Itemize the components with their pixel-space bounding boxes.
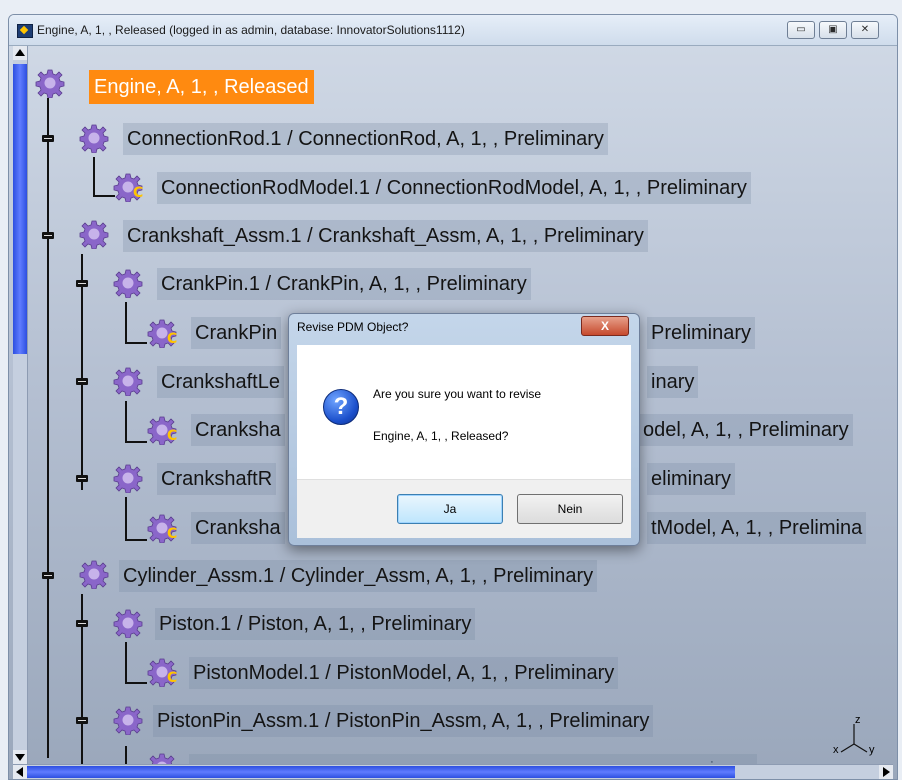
tree-node-root[interactable]: Engine, A, 1, , Released xyxy=(89,70,314,104)
gear-icon[interactable] xyxy=(113,463,143,493)
revise-dialog: Revise PDM Object? X ? Are you sure you … xyxy=(288,313,640,546)
tree-node-connectionrodmodel[interactable]: ConnectionRodModel.1 / ConnectionRodMode… xyxy=(157,172,751,204)
axis-y-label: y xyxy=(869,744,875,756)
tree-node-crankshaftleft-tail: inary xyxy=(647,366,699,398)
arrow-up-icon xyxy=(15,49,25,56)
window-titlebar[interactable]: Engine, A, 1, , Released (logged in as a… xyxy=(9,15,897,46)
component-badge-icon: C xyxy=(133,185,144,201)
gear-icon[interactable] xyxy=(113,608,143,638)
axis-triad: z x y xyxy=(829,714,879,760)
tree-node-crankshaftrightmodel[interactable]: Cranksha xyxy=(191,512,285,544)
tree-line xyxy=(93,195,115,197)
tree-node-crankpin[interactable]: CrankPin.1 / CrankPin, A, 1, , Prelimina… xyxy=(157,268,531,300)
yes-button[interactable]: Ja xyxy=(397,494,503,524)
tree-node-crankpinmodel[interactable]: CrankPin xyxy=(191,317,282,349)
arrow-down-icon xyxy=(15,754,25,761)
gear-icon[interactable]: C xyxy=(113,172,143,202)
collapse-toggle[interactable] xyxy=(76,715,88,727)
tree-node-crankshaftleft[interactable]: CrankshaftLe xyxy=(157,366,284,398)
tree-node-crankshaftrightmodel-tail: tModel, A, 1, , Prelimina xyxy=(647,512,867,544)
collapse-toggle[interactable] xyxy=(76,278,88,290)
vertical-scrollbar[interactable] xyxy=(13,46,28,764)
tree-node-connectionrod[interactable]: ConnectionRod.1 / ConnectionRod, A, 1, ,… xyxy=(123,123,608,155)
collapse-toggle[interactable] xyxy=(42,230,54,242)
app-icon xyxy=(17,24,33,38)
question-icon: ? xyxy=(323,389,359,425)
collapse-toggle[interactable] xyxy=(76,473,88,485)
dialog-body: ? Are you sure you want to revise Engine… xyxy=(297,345,631,479)
gear-icon[interactable]: C xyxy=(147,657,177,687)
gear-icon[interactable] xyxy=(79,123,109,153)
tree-line xyxy=(125,746,127,764)
arrow-right-icon xyxy=(883,767,890,777)
gear-icon[interactable] xyxy=(113,366,143,396)
tree-line xyxy=(125,342,147,344)
collapse-toggle[interactable] xyxy=(76,376,88,388)
component-badge-icon: C xyxy=(167,670,178,686)
window-close-button[interactable]: ✕ xyxy=(851,21,879,39)
gear-icon[interactable] xyxy=(113,705,143,735)
gear-icon[interactable]: C xyxy=(147,318,177,348)
tree-line xyxy=(125,539,147,541)
collapse-toggle[interactable] xyxy=(42,570,54,582)
arrow-left-icon xyxy=(16,767,23,777)
dialog-message-line1: Are you sure you want to revise xyxy=(373,387,542,401)
tree-node-piston[interactable]: Piston.1 / Piston, A, 1, , Preliminary xyxy=(155,608,476,640)
window-title: Engine, A, 1, , Released (logged in as a… xyxy=(37,23,465,37)
tree-node-crankshaft-assm[interactable]: Crankshaft_Assm.1 / Crankshaft_Assm, A, … xyxy=(123,220,648,252)
tree-node-cylinder-assm[interactable]: Cylinder_Assm.1 / Cylinder_Assm, A, 1, ,… xyxy=(119,560,598,592)
scroll-down-button[interactable] xyxy=(13,750,27,764)
gear-icon[interactable] xyxy=(35,68,65,98)
scroll-left-button[interactable] xyxy=(13,765,27,779)
collapse-toggle[interactable] xyxy=(42,133,54,145)
horizontal-scroll-thumb[interactable] xyxy=(27,766,735,778)
tree-line xyxy=(125,302,127,344)
maximize-button[interactable]: ▣ xyxy=(819,21,847,39)
tree-line xyxy=(47,98,49,758)
tree-line xyxy=(125,642,127,684)
tree-line xyxy=(125,441,147,443)
tree-line xyxy=(125,497,127,541)
gear-icon[interactable] xyxy=(79,219,109,249)
gear-icon[interactable]: C xyxy=(147,513,177,543)
tree-line xyxy=(125,682,147,684)
tree-node-crankshaftleftmodel[interactable]: Cranksha xyxy=(191,414,285,446)
dialog-title: Revise PDM Object? xyxy=(297,320,409,334)
tree-node-pistonmodel[interactable]: PistonModel.1 / PistonModel, A, 1, , Pre… xyxy=(189,657,619,689)
component-badge-icon: C xyxy=(167,331,178,347)
scroll-right-button[interactable] xyxy=(879,765,893,779)
tree-node-crankshaftright[interactable]: CrankshaftR xyxy=(157,463,277,495)
tree-line xyxy=(93,157,95,197)
vertical-scroll-thumb[interactable] xyxy=(13,64,27,354)
axis-z-label: z xyxy=(855,714,861,726)
component-badge-icon: C xyxy=(167,428,178,444)
tree-node-pistonpin-assm[interactable]: PistonPin_Assm.1 / PistonPin_Assm, A, 1,… xyxy=(153,705,654,737)
no-button[interactable]: Nein xyxy=(517,494,623,524)
dialog-footer: Ja Nein xyxy=(297,479,631,538)
axis-x-label: x xyxy=(833,744,839,756)
gear-icon[interactable] xyxy=(79,559,109,589)
gear-icon[interactable]: C xyxy=(147,415,177,445)
scroll-up-button[interactable] xyxy=(13,46,27,60)
component-badge-icon: C xyxy=(167,526,178,542)
gear-icon[interactable] xyxy=(113,268,143,298)
tree-node-crankshaftleftmodel-tail: odel, A, 1, , Preliminary xyxy=(639,414,853,446)
tree-node-crankshaftright-tail: eliminary xyxy=(647,463,736,495)
dialog-message-line2: Engine, A, 1, , Released? xyxy=(373,429,509,443)
collapse-toggle[interactable] xyxy=(76,618,88,630)
minimize-button[interactable]: ▭ xyxy=(787,21,815,39)
tree-node-crankpinmodel-tail: Preliminary xyxy=(647,317,756,349)
dialog-close-button[interactable]: X xyxy=(581,316,629,336)
horizontal-scrollbar[interactable] xyxy=(13,764,893,779)
tree-line xyxy=(125,401,127,443)
